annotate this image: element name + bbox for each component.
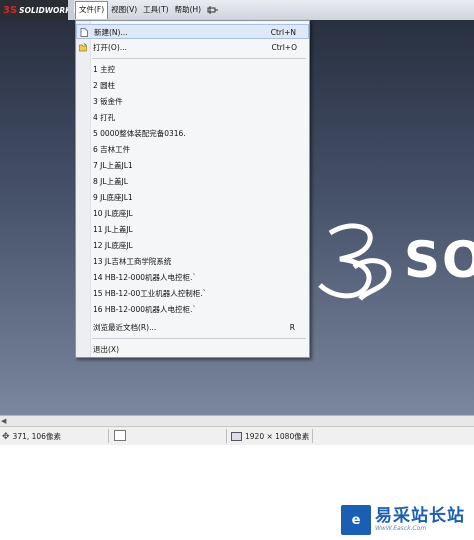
recent-file-item[interactable]: 8 JL上盖JL xyxy=(76,174,309,189)
image-dimensions: 1920 × 1080像素 xyxy=(231,431,309,442)
recent-file-item[interactable]: 6 吉林工件 xyxy=(76,142,309,157)
recent-file-label: 1 主控 xyxy=(93,65,116,74)
menu-item-browse-recent[interactable]: 浏览最近文档(R)... R xyxy=(76,320,309,335)
watermark-logo-icon: e xyxy=(341,505,371,535)
menu-help[interactable]: 帮助(H) xyxy=(172,2,205,18)
recent-file-item[interactable]: 7 JL上盖JL1 xyxy=(76,158,309,173)
recent-file-label: 13 JL吉林工商学院系统 xyxy=(93,257,172,266)
recent-file-item[interactable]: 9 JL底座JL1 xyxy=(76,190,309,205)
recent-file-item[interactable]: 10 JL底座JL xyxy=(76,206,309,221)
ds-brand-icon xyxy=(318,223,392,301)
status-separator xyxy=(312,429,313,443)
recent-file-item[interactable]: 15 HB-12-00工业机器人控制柜.` xyxy=(76,286,309,301)
menu-item-shortcut: Ctrl+N xyxy=(270,28,296,37)
recent-file-item[interactable]: 2 圆柱 xyxy=(76,78,309,93)
menu-separator xyxy=(92,338,306,339)
status-bar: ✥ 371, 106像素 1920 × 1080像素 xyxy=(0,426,474,445)
recent-file-label: 14 HB-12-000机器人电控柜.` xyxy=(93,273,197,282)
image-dimensions-text: 1920 × 1080像素 xyxy=(245,432,310,441)
cursor-position-text: 371, 106像素 xyxy=(12,432,61,441)
horizontal-scrollbar[interactable]: ◀ xyxy=(0,415,474,426)
ds-logo-mark: 3S xyxy=(3,4,18,16)
brand-text: SOLI xyxy=(404,231,474,289)
recent-file-label: 16 HB-12-000机器人电控柜.` xyxy=(93,305,197,314)
status-separator xyxy=(108,429,109,443)
recent-file-label: 11 JL上盖JL xyxy=(93,225,133,234)
menu-view[interactable]: 视图(V) xyxy=(108,2,140,18)
watermark-url: WwW.Easck.Com xyxy=(375,525,427,532)
recent-file-item[interactable]: 4 打孔 xyxy=(76,110,309,125)
recent-file-label: 12 JL底座JL xyxy=(93,241,133,250)
menu-separator xyxy=(92,58,306,59)
watermark-text: 易采站长站 WwW.Easck.Com xyxy=(375,507,465,533)
open-folder-icon xyxy=(79,43,87,52)
move-cursor-icon: ✥ xyxy=(2,431,10,442)
pin-icon[interactable] xyxy=(207,5,219,15)
solidworks-brand: SOLI xyxy=(310,215,474,305)
recent-file-label: 8 JL上盖JL xyxy=(93,177,128,186)
recent-file-item[interactable]: 5 0000整体装配完备0316. xyxy=(76,126,309,141)
menu-item-new[interactable]: 新建(N)... Ctrl+N xyxy=(76,24,309,39)
menu-item-label: 打开(O)... xyxy=(93,43,127,52)
menu-item-open[interactable]: 打开(O)... Ctrl+O xyxy=(76,40,309,55)
recent-file-label: 3 钣金件 xyxy=(93,97,123,106)
recent-file-item[interactable]: 16 HB-12-000机器人电控柜.` xyxy=(76,302,309,317)
recent-file-label: 10 JL底座JL xyxy=(93,209,133,218)
site-watermark: e 易采站长站 WwW.Easck.Com xyxy=(341,505,465,535)
new-document-icon xyxy=(80,28,88,37)
menu-item-label: 新建(N)... xyxy=(94,28,128,37)
logo-separator xyxy=(68,0,74,20)
recent-file-item[interactable]: 3 钣金件 xyxy=(76,94,309,109)
recent-file-label: 4 打孔 xyxy=(93,113,116,122)
menu-item-shortcut: Ctrl+O xyxy=(271,43,297,52)
recent-file-label: 15 HB-12-00工业机器人控制柜.` xyxy=(93,289,207,298)
scroll-left-icon[interactable]: ◀ xyxy=(1,416,6,426)
recent-file-label: 2 圆柱 xyxy=(93,81,116,90)
recent-file-item[interactable]: 14 HB-12-000机器人电控柜.` xyxy=(76,270,309,285)
menu-bar: 3S SOLIDWORKS 文件(F) 视图(V) 工具(T) 帮助(H) xyxy=(0,0,474,21)
recent-file-label: 7 JL上盖JL1 xyxy=(93,161,133,170)
menu-items: 文件(F) 视图(V) 工具(T) 帮助(H) xyxy=(75,0,219,20)
status-separator xyxy=(226,429,227,443)
menu-file[interactable]: 文件(F) xyxy=(75,1,109,19)
menu-item-exit[interactable]: 退出(X) xyxy=(76,342,309,357)
recent-file-item[interactable]: 12 JL底座JL xyxy=(76,238,309,253)
menu-item-label: 浏览最近文档(R)... xyxy=(93,323,157,332)
file-menu-dropdown: 新建(N)... Ctrl+N 打开(O)... Ctrl+O 1 主控 2 圆… xyxy=(75,20,310,358)
menu-item-shortcut: R xyxy=(289,323,295,332)
recent-file-item[interactable]: 13 JL吉林工商学院系统 xyxy=(76,254,309,269)
recent-file-label: 5 0000整体装配完备0316. xyxy=(93,129,186,138)
monitor-icon xyxy=(231,432,242,441)
recent-file-item[interactable]: 11 JL上盖JL xyxy=(76,222,309,237)
selection-size-icon xyxy=(114,430,126,441)
menu-item-label: 退出(X) xyxy=(93,345,119,354)
solidworks-logo: 3S SOLIDWORKS xyxy=(0,0,76,20)
menu-tools[interactable]: 工具(T) xyxy=(140,2,171,18)
recent-file-item[interactable]: 1 主控 xyxy=(76,62,309,77)
recent-file-label: 9 JL底座JL1 xyxy=(93,193,133,202)
watermark-title: 易采站长站 xyxy=(375,506,465,526)
cursor-position: ✥ 371, 106像素 xyxy=(2,431,61,442)
recent-file-label: 6 吉林工件 xyxy=(93,145,131,154)
